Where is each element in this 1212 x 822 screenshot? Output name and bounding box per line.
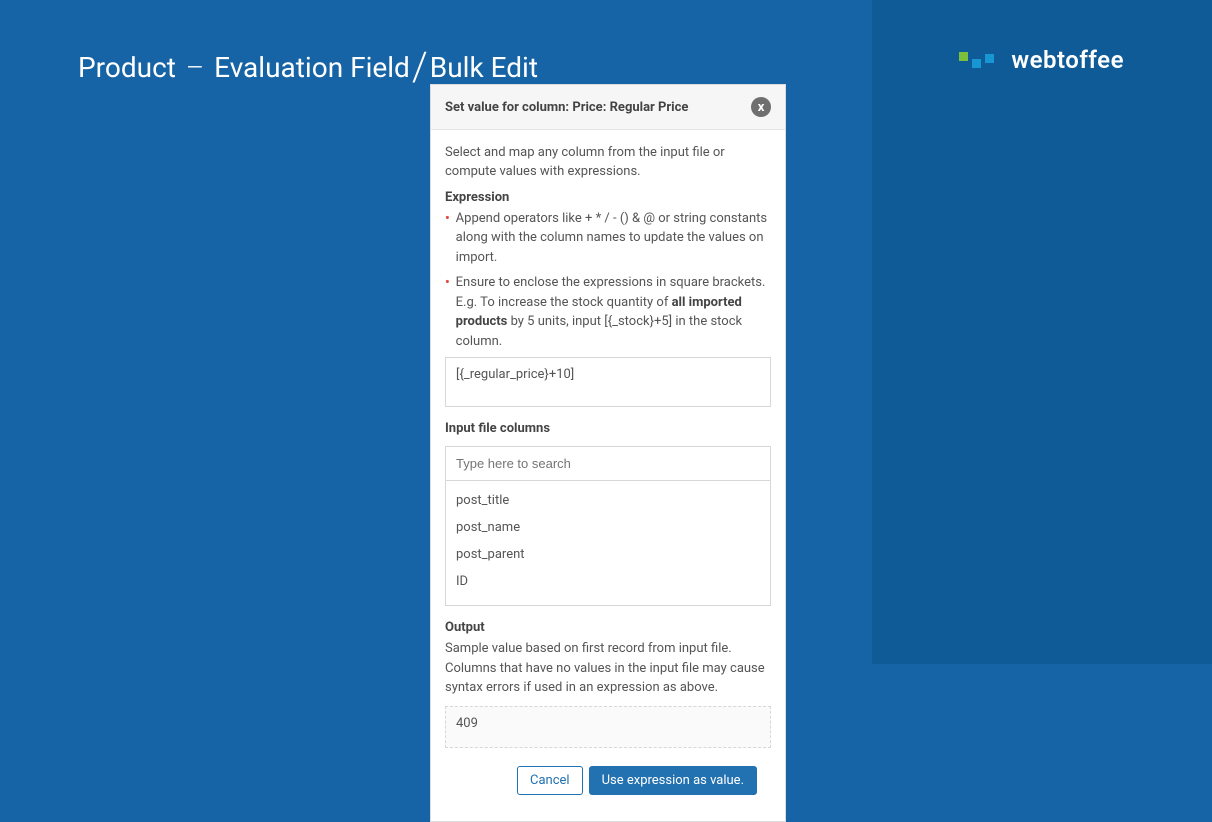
cancel-button[interactable]: Cancel	[517, 766, 583, 795]
right-accent-band	[872, 0, 1212, 664]
expression-input[interactable]: [{_regular_price}+10]	[445, 357, 771, 407]
brand-logo: webtoffee	[959, 46, 1124, 74]
use-expression-button[interactable]: Use expression as value.	[589, 766, 757, 795]
modal-body: Select and map any column from the input…	[431, 130, 785, 821]
output-value: 409	[445, 706, 771, 748]
output-help-text: Sample value based on first record from …	[445, 639, 771, 698]
input-column-item[interactable]: post_title	[456, 487, 760, 514]
output-label: Output	[445, 620, 771, 635]
brand-logo-text: webtoffee	[1011, 46, 1124, 74]
bullet-dot-icon: •	[445, 273, 450, 351]
expression-label: Expression	[445, 190, 771, 205]
expression-bullet-1-text: Append operators like + * / - () & @ or …	[456, 209, 771, 268]
brand-logo-icon	[959, 50, 1001, 70]
input-column-item[interactable]: ID	[456, 568, 760, 595]
input-column-item[interactable]: post_parent	[456, 541, 760, 568]
breadcrumb-part-2: Evaluation Field	[214, 51, 410, 84]
input-column-item[interactable]: post_name	[456, 514, 760, 541]
breadcrumb-part-3: Bulk Edit	[430, 51, 538, 84]
close-icon[interactable]: x	[751, 97, 771, 117]
expression-bullet-1: • Append operators like + * / - () & @ o…	[445, 209, 771, 268]
set-value-modal: Set value for column: Price: Regular Pri…	[430, 84, 786, 822]
breadcrumb-slash: /	[412, 43, 428, 90]
breadcrumb-dash: –	[186, 51, 204, 84]
breadcrumb: Product – Evaluation Field / Bulk Edit	[78, 40, 538, 87]
modal-title: Set value for column: Price: Regular Pri…	[445, 100, 688, 115]
expression-bullet-2: • Ensure to enclose the expressions in s…	[445, 273, 771, 351]
column-search-input[interactable]	[445, 446, 771, 481]
expression-bullet-2-text: Ensure to enclose the expressions in squ…	[456, 273, 771, 351]
input-columns-label: Input file columns	[445, 421, 771, 436]
modal-intro-text: Select and map any column from the input…	[445, 144, 771, 182]
bullet-dot-icon: •	[445, 209, 450, 268]
modal-footer: Cancel Use expression as value.	[445, 766, 771, 809]
modal-header: Set value for column: Price: Regular Pri…	[431, 85, 785, 130]
input-columns-list: post_title post_name post_parent ID	[445, 481, 771, 606]
breadcrumb-part-1: Product	[78, 51, 176, 84]
